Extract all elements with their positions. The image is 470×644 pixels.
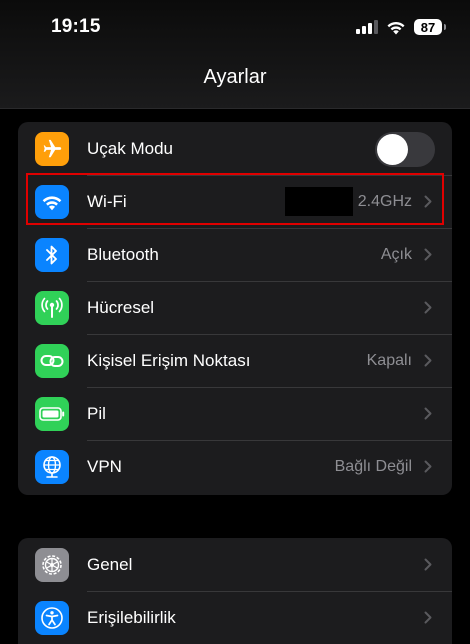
row-label: Kişisel Erişim Noktası [87,350,251,370]
chevron-right-icon [424,354,432,367]
airplane-mode-toggle[interactable] [375,132,435,167]
chevron-right-icon [424,460,432,473]
row-label: Uçak Modu [87,138,173,158]
row-label: Erişilebilirlik [87,607,176,627]
row-ucak-modu[interactable]: Uçak Modu [18,122,452,175]
chevron-right-icon [424,248,432,261]
navigation-header: 19:15 87 Ayarlar [0,0,470,109]
row-vpn[interactable]: VPN Bağlı Değil [18,440,452,493]
globe-icon [35,450,69,484]
row-value: Kapalı [366,351,412,369]
row-wifi[interactable]: Wi-Fi 2.4GHz [18,175,452,228]
page-title: Ayarlar [203,66,267,88]
battery-icon [35,397,69,431]
settings-group-general: Genel Erişilebilirlik [18,538,452,644]
bluetooth-icon [35,238,69,272]
settings-group-connectivity: Uçak Modu Wi-Fi 2.4GHz Bluetooth Açık Hü… [18,122,452,495]
row-erisilebilirlik[interactable]: Erişilebilirlik [18,591,452,644]
status-icons: 87 [356,16,446,38]
row-value: 2.4GHz [357,192,412,210]
row-kisisel-erisim-noktasi[interactable]: Kişisel Erişim Noktası Kapalı [18,334,452,387]
wifi-icon [35,185,69,219]
row-genel[interactable]: Genel [18,538,452,591]
row-value: Bağlı Değil [334,457,412,475]
link-icon [35,344,69,378]
row-bluetooth[interactable]: Bluetooth Açık [18,228,452,281]
accessibility-icon [35,601,69,635]
toggle-knob [377,134,408,165]
wifi-status-icon [387,21,405,34]
chevron-right-icon [424,558,432,571]
chevron-right-icon [424,301,432,314]
row-label: Genel [87,554,133,574]
status-time: 19:15 [51,16,101,37]
antenna-icon [35,291,69,325]
row-value: Açık [380,245,412,263]
row-label: Bluetooth [87,244,159,264]
redacted-network-name [285,187,353,216]
row-label: Pil [87,403,106,423]
row-label: Hücresel [87,297,155,317]
cellular-signal-icon [356,20,378,34]
airplane-icon [35,132,69,166]
chevron-right-icon [424,407,432,420]
chevron-right-icon [424,195,432,208]
row-hucresel[interactable]: Hücresel [18,281,452,334]
row-label: VPN [87,456,122,476]
row-label: Wi-Fi [87,191,127,211]
row-pil[interactable]: Pil [18,387,452,440]
chevron-right-icon [424,611,432,624]
battery-indicator: 87 [414,19,446,35]
gear-icon [35,548,69,582]
